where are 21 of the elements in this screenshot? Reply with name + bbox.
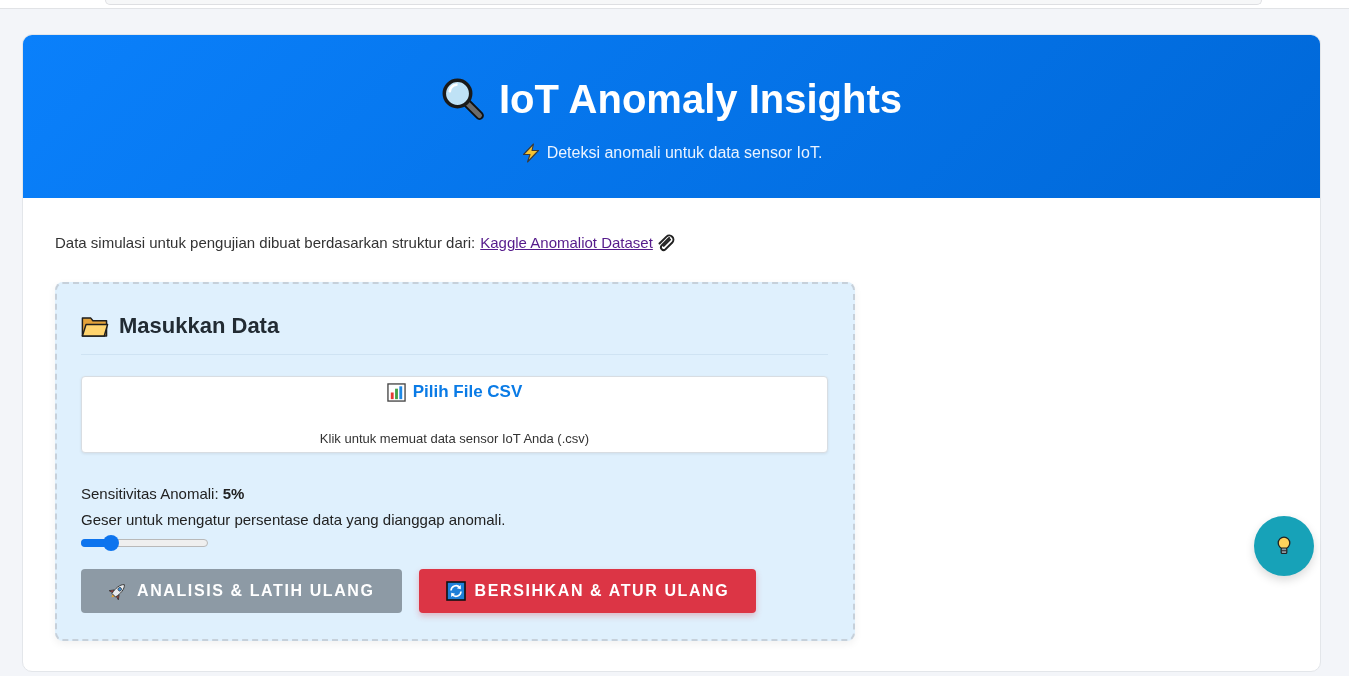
dataset-link[interactable]: Kaggle Anomaliot Dataset bbox=[480, 233, 675, 253]
choose-file-label: Pilih File CSV bbox=[412, 381, 523, 403]
file-hint: Klik untuk memuat data sensor IoT Anda (.csv) bbox=[319, 431, 590, 447]
reset-button[interactable]: BERSIHKAN & ATUR ULANG bbox=[418, 569, 757, 613]
refresh-icon bbox=[445, 581, 466, 601]
sensitivity-slider[interactable] bbox=[81, 535, 208, 551]
paperclip-icon bbox=[656, 234, 675, 252]
app-subtitle: Deteksi anomali untuk data sensor IoT. bbox=[546, 143, 823, 163]
sensitivity-label: Sensitivitas Anomali: 5% bbox=[81, 484, 246, 504]
folder-icon bbox=[81, 315, 109, 337]
lightning-icon bbox=[520, 143, 541, 163]
lightbulb-icon bbox=[1277, 536, 1291, 556]
rocket-icon bbox=[108, 581, 128, 601]
slider-thumb[interactable] bbox=[103, 535, 120, 551]
file-drop-zone[interactable]: Pilih File CSV Klik untuk memuat data sensor IoT Anda (.csv) bbox=[81, 376, 828, 453]
intro-text: Data simulasi untuk pengujian dibuat berdasarkan struktur dari: bbox=[55, 233, 476, 253]
magnifier-icon bbox=[441, 77, 485, 121]
sensitivity-hint: Geser untuk mengatur persentase data yang dianggap anomali. bbox=[81, 510, 507, 530]
app-title: IoT Anomaly Insights bbox=[499, 76, 902, 123]
bar-chart-icon bbox=[386, 382, 406, 402]
panel-title: Masukkan Data bbox=[119, 312, 280, 340]
